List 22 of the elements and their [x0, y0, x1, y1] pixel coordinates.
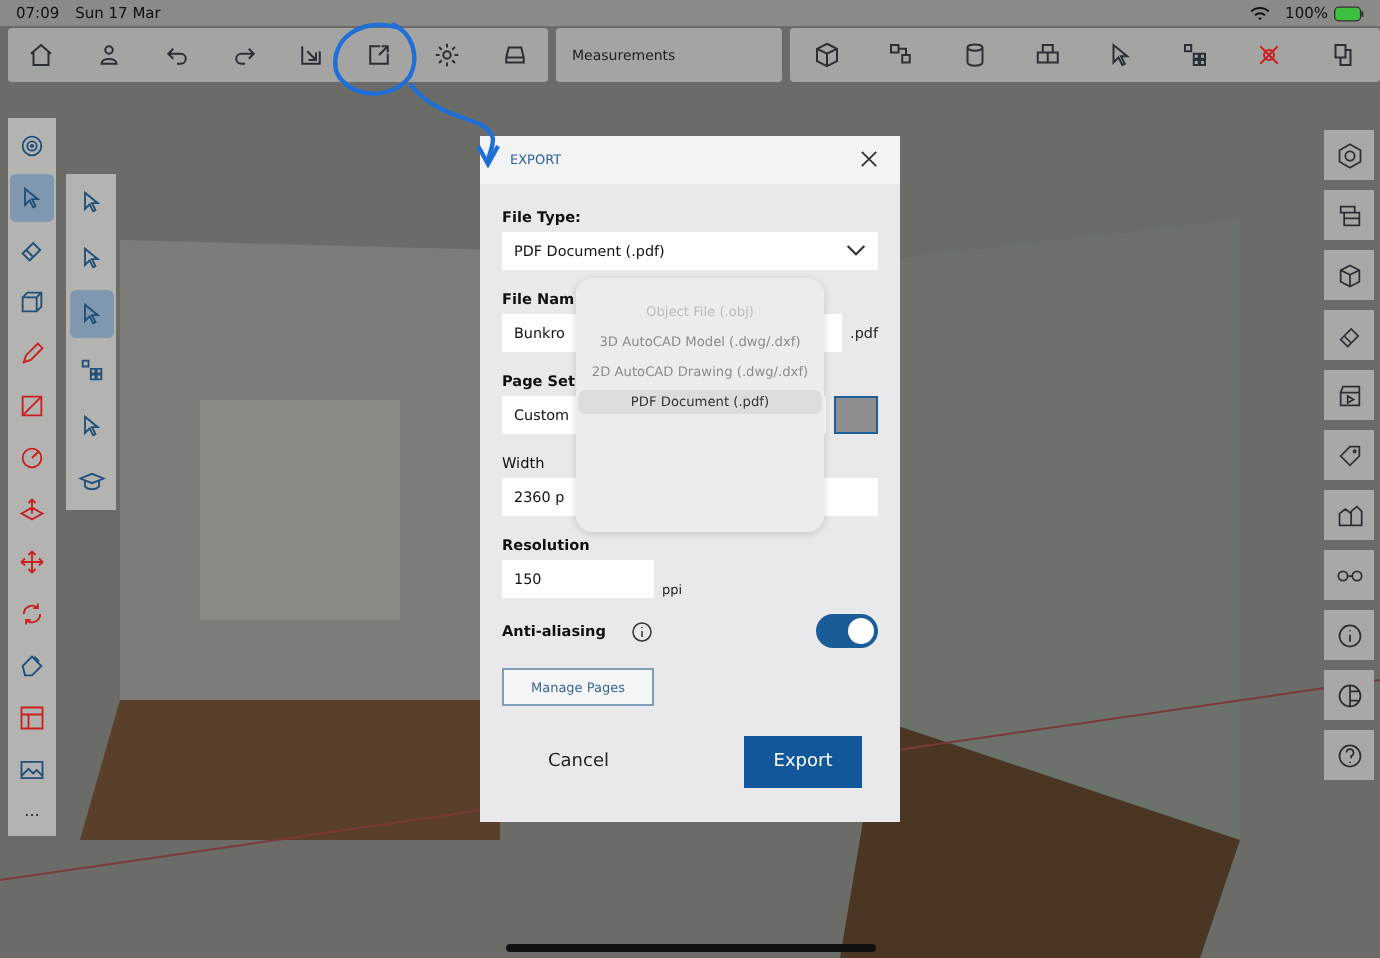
- cube-icon[interactable]: [1324, 250, 1374, 300]
- hex-gear-icon[interactable]: [1324, 130, 1374, 180]
- info-icon[interactable]: [629, 619, 654, 643]
- close-icon[interactable]: [860, 150, 880, 170]
- buildings-icon[interactable]: [1324, 490, 1374, 540]
- wifi-icon: [1249, 5, 1270, 21]
- glasses-icon[interactable]: [1324, 550, 1374, 600]
- chevron-down-icon: [846, 244, 866, 258]
- select-icon[interactable]: [10, 174, 54, 222]
- info-icon[interactable]: [1324, 610, 1374, 660]
- clapper-icon[interactable]: [1324, 370, 1374, 420]
- export-button[interactable]: Export: [744, 736, 862, 788]
- eraser-icon[interactable]: [1324, 310, 1374, 360]
- battery-icon: [1334, 5, 1364, 21]
- color-swatch[interactable]: [834, 396, 878, 434]
- layers-icon[interactable]: [1324, 190, 1374, 240]
- more-tools-button[interactable]: ...: [24, 798, 40, 832]
- cancel-button[interactable]: Cancel: [548, 744, 609, 780]
- help-icon[interactable]: [1324, 730, 1374, 780]
- globe-icon[interactable]: [1324, 670, 1374, 720]
- select-toggle-icon[interactable]: [69, 290, 113, 338]
- anti-aliasing-toggle[interactable]: [816, 614, 878, 648]
